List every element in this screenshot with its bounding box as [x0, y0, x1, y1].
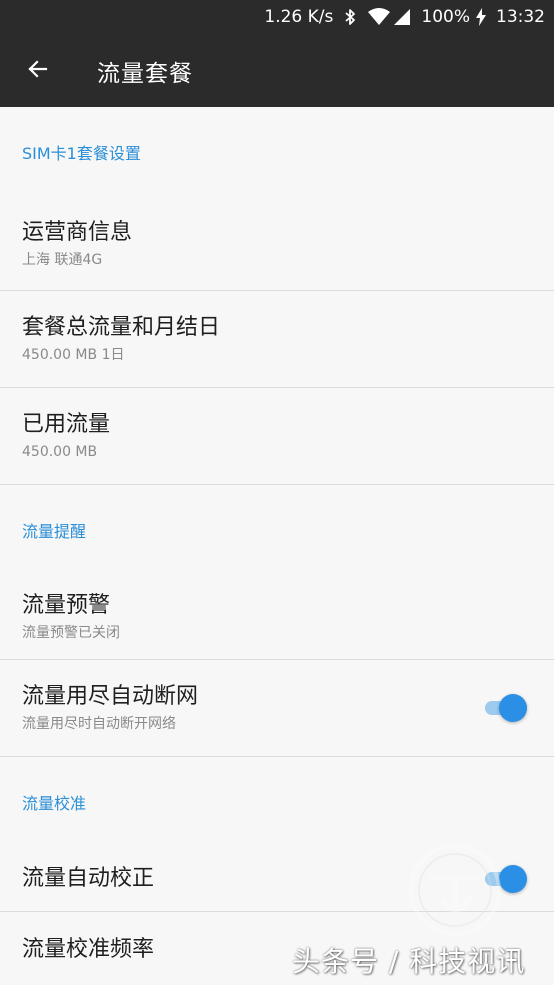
item-summary: 流量预警已关闭 — [22, 625, 120, 641]
list-item-auto-calibration[interactable]: 流量自动校正 — [0, 847, 554, 912]
battery-level: 100% — [421, 7, 470, 27]
page-title: 流量套餐 — [97, 60, 193, 87]
section-header-reminder: 流量提醒 — [22, 522, 87, 541]
item-title: 套餐总流量和月结日 — [22, 315, 221, 340]
list-item-plan-total[interactable]: 套餐总流量和月结日 450.00 MB 1日 — [0, 291, 554, 388]
item-summary: 450.00 MB 1日 — [22, 347, 125, 363]
auto-calibration-toggle[interactable] — [485, 865, 527, 893]
item-title: 运营商信息 — [22, 219, 133, 245]
item-summary: 上海 联通4G — [22, 251, 103, 268]
status-bar: 1.26 K/s 100% 13:32 — [0, 0, 554, 34]
network-speed: 1.26 K/s — [264, 7, 334, 27]
item-title: 流量用尽自动断网 — [22, 684, 199, 709]
item-title: 流量自动校正 — [22, 866, 155, 891]
charging-icon — [476, 8, 486, 26]
section-header-sim1: SIM卡1套餐设置 — [22, 144, 141, 163]
item-summary: 450.00 MB — [22, 444, 98, 460]
app-bar: 流量套餐 — [0, 34, 554, 107]
bluetooth-icon — [343, 8, 357, 26]
list-item-auto-disconnect[interactable]: 流量用尽自动断网 流量用尽时自动断开网络 — [0, 660, 554, 757]
arrow-left-icon — [26, 57, 50, 85]
item-summary: 流量用尽时自动断开网络 — [22, 716, 176, 732]
back-button[interactable] — [0, 34, 76, 107]
section-header-calibration: 流量校准 — [22, 794, 87, 813]
clock: 13:32 — [496, 7, 545, 27]
auto-disconnect-toggle[interactable] — [485, 694, 527, 722]
list-item-data-warning[interactable]: 流量预警 流量预警已关闭 — [0, 575, 554, 660]
settings-list: SIM卡1套餐设置 运营商信息 上海 联通4G 套餐总流量和月结日 450.00… — [0, 107, 554, 985]
list-item-carrier-info[interactable]: 运营商信息 上海 联通4G — [0, 197, 554, 291]
watermark-text: 头条号 / 科技视讯 — [292, 945, 526, 978]
toggle-thumb — [499, 865, 527, 893]
item-title: 流量预警 — [22, 593, 111, 618]
signal-icon — [393, 8, 411, 26]
wifi-icon — [367, 8, 391, 26]
toggle-thumb — [499, 694, 527, 722]
list-item-used-data[interactable]: 已用流量 450.00 MB — [0, 388, 554, 485]
item-title: 已用流量 — [22, 412, 111, 437]
